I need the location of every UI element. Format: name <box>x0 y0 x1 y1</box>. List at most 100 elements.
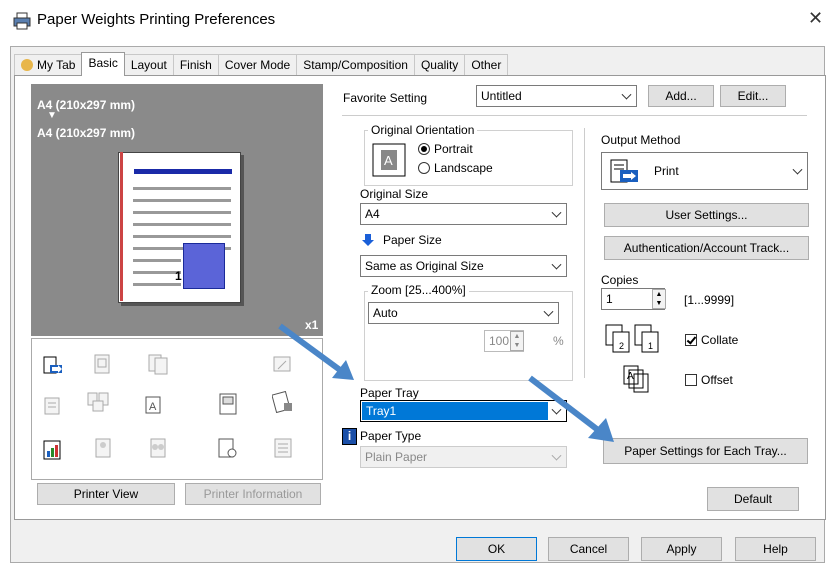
portrait-label: Portrait <box>434 142 473 156</box>
chart-doc-icon[interactable] <box>42 439 64 461</box>
default-button[interactable]: Default <box>707 487 799 511</box>
binding-margin <box>120 152 123 301</box>
cancel-button[interactable]: Cancel <box>548 537 629 561</box>
paper-type-value: Plain Paper <box>365 450 428 464</box>
copies-label: Copies <box>601 273 639 287</box>
overlay-icon[interactable] <box>217 393 239 415</box>
apply-button[interactable]: Apply <box>641 537 722 561</box>
zoom-spinner[interactable]: ▲ ▼ <box>510 331 524 351</box>
favorite-setting-label: Favorite Setting <box>343 91 428 105</box>
chevron-down-icon <box>551 207 562 218</box>
offset-label: Offset <box>701 373 733 387</box>
header-bar <box>134 169 232 174</box>
image-thumbnail <box>183 243 225 289</box>
svg-text:A: A <box>384 153 393 168</box>
paper-tray-label: Paper Tray <box>360 386 419 400</box>
tab-stamp-composition[interactable]: Stamp/Composition <box>296 54 415 75</box>
window-title: Paper Weights Printing Preferences <box>37 11 276 28</box>
user-settings-button[interactable]: User Settings... <box>604 203 809 227</box>
list-doc-icon[interactable] <box>272 437 294 459</box>
ok-button[interactable]: OK <box>456 537 537 561</box>
annotation-arrow-icon <box>528 375 614 442</box>
duplex-icon[interactable] <box>147 353 169 375</box>
watermark-icon[interactable] <box>272 391 294 413</box>
help-button[interactable]: Help <box>735 537 816 561</box>
output-method-select[interactable]: Print <box>601 152 808 190</box>
copies-spinner[interactable]: ▲ ▼ <box>652 289 666 309</box>
booklet-icon[interactable] <box>42 395 64 417</box>
info-icon[interactable]: i <box>342 428 357 445</box>
landscape-label: Landscape <box>434 161 493 175</box>
close-button[interactable]: ✕ <box>808 8 823 29</box>
add-button[interactable]: Add... <box>648 85 714 107</box>
chevron-down-icon <box>543 306 554 317</box>
svg-text:1: 1 <box>648 341 653 351</box>
collate-label: Collate <box>701 333 739 347</box>
tab-quality[interactable]: Quality <box>413 54 466 75</box>
tab-other[interactable]: Other <box>464 54 509 75</box>
settings-doc-icon[interactable] <box>217 437 239 459</box>
favorite-value: Untitled <box>481 89 522 103</box>
original-size-select[interactable]: A4 <box>360 203 567 225</box>
person-doc-icon[interactable] <box>92 437 114 459</box>
tab-layout[interactable]: Layout <box>123 54 174 75</box>
collate-checkbox[interactable] <box>685 334 697 346</box>
blue-down-arrow-icon <box>362 234 374 246</box>
chevron-down-icon <box>621 89 632 100</box>
favorite-setting-select[interactable]: Untitled <box>476 85 637 107</box>
portrait-radio[interactable] <box>418 143 430 155</box>
tab-strip: My Tab Basic Layout Finish Cover Mode St… <box>14 52 509 76</box>
zoom-legend: Zoom [25...400%] <box>368 283 469 297</box>
collate-icon: 2 1 <box>605 324 659 353</box>
annotation-arrow-icon <box>278 323 354 380</box>
chevron-down-icon <box>551 450 562 461</box>
paper-size-value: Same as Original Size <box>365 259 484 273</box>
orientation-legend: Original Orientation <box>368 123 478 137</box>
text-stamp-icon[interactable]: A <box>144 395 166 417</box>
tab-finish[interactable]: Finish <box>172 54 219 75</box>
copies-value: 1 <box>606 292 613 306</box>
printer-view-button[interactable]: Printer View <box>37 483 175 505</box>
svg-text:A: A <box>627 371 634 382</box>
edit-button[interactable]: Edit... <box>720 85 786 107</box>
original-size-value: A4 <box>365 207 380 221</box>
page-number: 1 <box>175 269 182 283</box>
svg-text:2: 2 <box>619 341 624 351</box>
landscape-radio[interactable] <box>418 162 430 174</box>
down-arrow-icon: ▼ <box>47 110 57 121</box>
column-separator <box>584 128 585 378</box>
chevron-down-icon <box>551 259 562 270</box>
print-output-icon[interactable] <box>42 355 64 377</box>
paper-type-label: Paper Type <box>360 429 422 443</box>
output-method-value: Print <box>654 164 679 178</box>
printer-information-button[interactable]: Printer Information <box>185 483 321 505</box>
zoom-percent-value: 100 <box>489 334 510 348</box>
people-doc-icon[interactable] <box>147 437 169 459</box>
print-output-icon <box>610 159 638 183</box>
separator <box>342 115 807 116</box>
zoom-select[interactable]: Auto <box>368 302 559 324</box>
offset-icon: A <box>623 365 649 393</box>
staple-icon[interactable] <box>92 353 114 375</box>
tab-my-tab[interactable]: My Tab <box>14 54 83 75</box>
output-method-label: Output Method <box>601 133 681 147</box>
paper-size-select[interactable]: Same as Original Size <box>360 255 567 277</box>
offset-checkbox[interactable] <box>685 374 697 386</box>
user-icon <box>21 59 33 71</box>
paper-tray-value: Tray1 <box>362 402 548 420</box>
tab-cover-mode[interactable]: Cover Mode <box>217 54 298 75</box>
authentication-button[interactable]: Authentication/Account Track... <box>604 236 809 260</box>
portrait-preview-icon: A <box>372 143 406 177</box>
original-size-label: Original Size <box>360 187 429 201</box>
output-size-text: A4 (210x297 mm) <box>37 126 136 140</box>
percent-unit: % <box>553 334 564 348</box>
svg-text:A: A <box>149 401 157 413</box>
combination-icon[interactable] <box>87 391 109 413</box>
copies-range: [1...9999] <box>684 293 735 307</box>
zoom-value: Auto <box>373 306 398 320</box>
tab-label: My Tab <box>37 58 76 72</box>
paper-settings-button[interactable]: Paper Settings for Each Tray... <box>603 438 808 464</box>
tab-basic[interactable]: Basic <box>81 52 125 76</box>
paper-type-select[interactable]: Plain Paper <box>360 446 567 468</box>
paper-size-label: Paper Size <box>383 233 442 247</box>
